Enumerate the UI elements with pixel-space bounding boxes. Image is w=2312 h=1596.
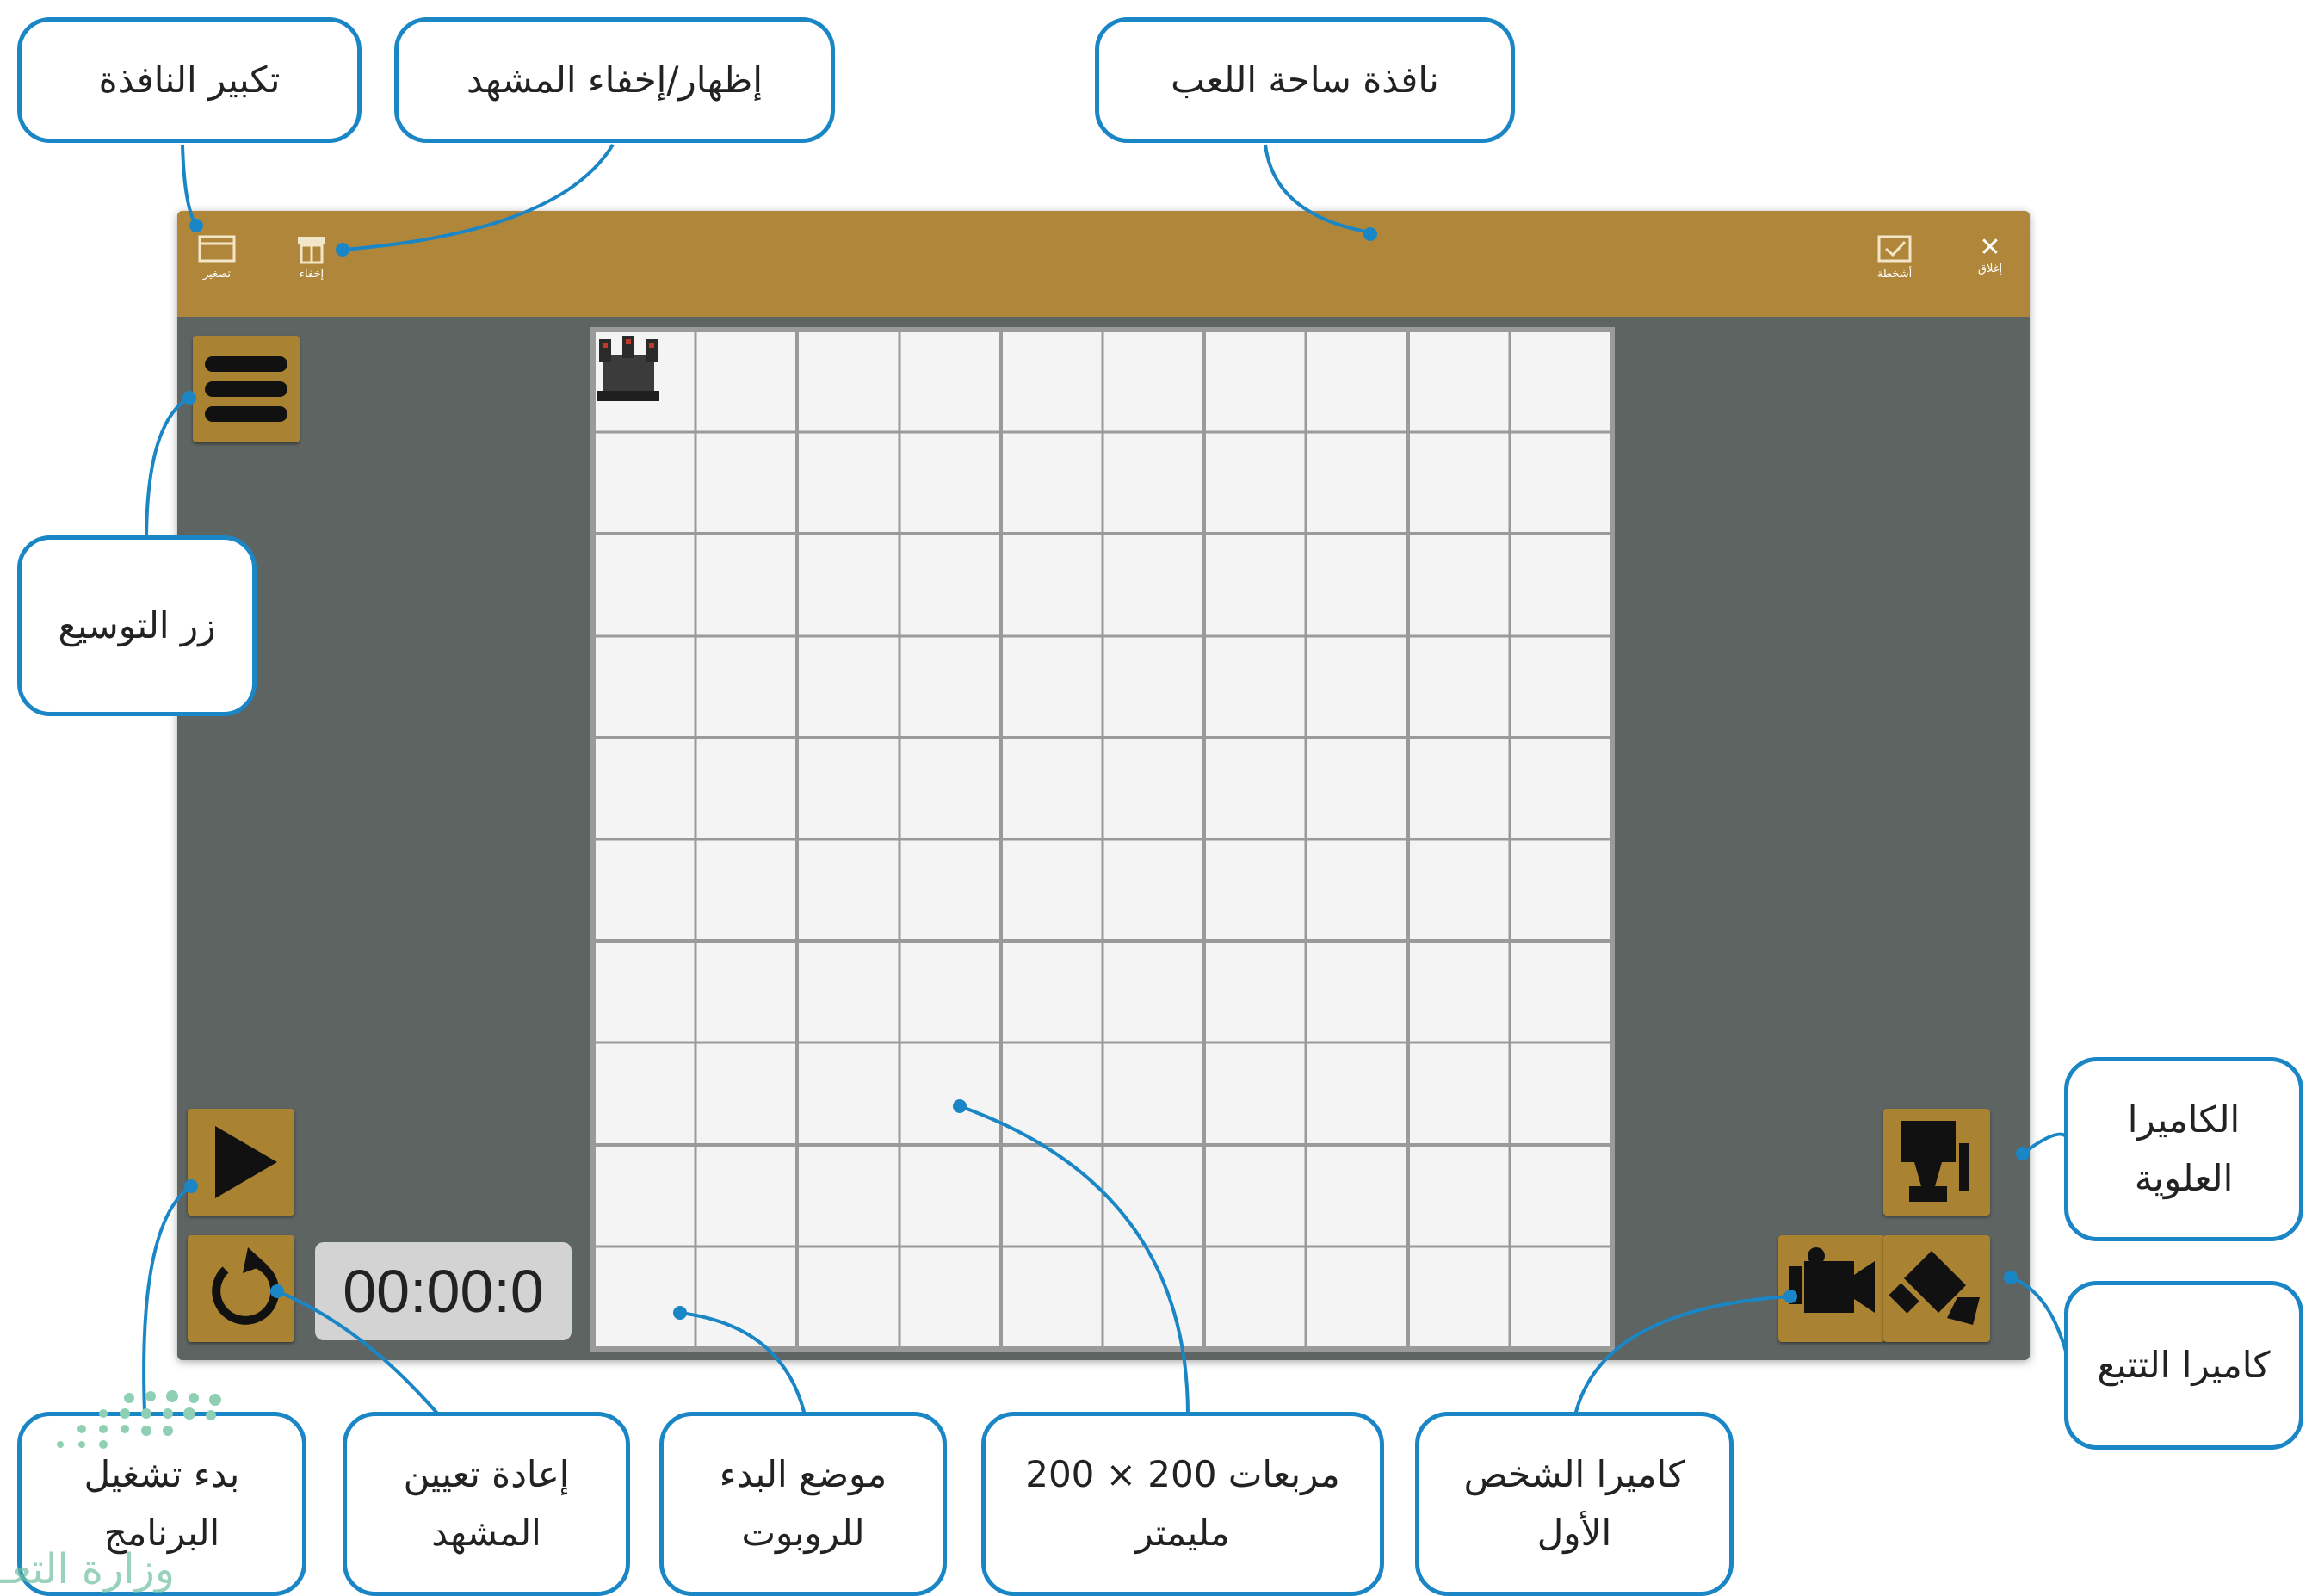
timer-display: 00:00:0	[315, 1242, 572, 1340]
callout-squares: مربعات 200 × 200 مليمتر	[981, 1412, 1384, 1596]
toggle-label: إخفاء	[299, 268, 325, 281]
reset-icon	[212, 1247, 280, 1325]
close-label: إغلاق	[1977, 263, 2003, 275]
play-icon	[215, 1126, 277, 1198]
expand-button[interactable]	[193, 336, 300, 442]
tracking-camera-icon	[1889, 1251, 1980, 1325]
window-icon	[198, 235, 236, 263]
callout-robot-start: موضع البدء للروبوت	[659, 1412, 947, 1596]
arena-grid	[590, 327, 1615, 1352]
tracking-camera-button[interactable]	[1883, 1235, 1990, 1342]
hamburger-icon	[205, 356, 287, 422]
close-icon: ✕	[1979, 232, 2001, 263]
scene-toggle-icon	[298, 237, 325, 264]
callout-expand-button: زر التوسيع	[17, 535, 257, 716]
watermark-dots	[57, 1390, 221, 1449]
callout-tracking-camera: كاميرا التتبع	[2064, 1281, 2303, 1450]
grid-lines	[594, 331, 1611, 1348]
playground-window: تصغير إخفاء أشخطة ✕ إغلاق 00:00:0	[177, 211, 2030, 1360]
robot-icon	[597, 336, 659, 401]
callout-toggle-scene: إظهار/إخفاء المشهد	[394, 17, 835, 143]
callout-maximize-window: تكبير النافذة	[17, 17, 362, 143]
top-camera-icon	[1901, 1121, 1969, 1202]
top-camera-button[interactable]	[1883, 1109, 1990, 1216]
video-camera-icon	[1789, 1247, 1875, 1313]
collapse-button[interactable]: أشخطة	[1864, 233, 1925, 281]
callout-playground-window: نافذة ساحة اللعب	[1095, 17, 1515, 143]
callout-first-person-camera: كاميرا الشخص الأول	[1415, 1412, 1734, 1596]
maximize-label: تصغير	[202, 268, 232, 281]
watermark-text: وزارة التعـ	[0, 1545, 175, 1593]
checkbox-icon	[1877, 235, 1912, 263]
first-person-camera-button[interactable]	[1778, 1235, 1885, 1342]
reset-scene-button[interactable]	[188, 1235, 294, 1342]
title-bar: تصغير إخفاء أشخطة ✕ إغلاق	[177, 211, 2030, 317]
toggle-scene-button[interactable]: إخفاء	[287, 233, 336, 281]
collapse-label: أشخطة	[1876, 268, 1913, 281]
maximize-window-button[interactable]: تصغير	[193, 233, 241, 281]
close-button[interactable]: ✕ إغلاق	[1964, 233, 2016, 276]
callout-reset-scene: إعادة تعيين المشهد	[343, 1412, 630, 1596]
callout-top-camera: الكاميرا العلوية	[2064, 1057, 2303, 1241]
start-program-button[interactable]	[188, 1109, 294, 1216]
